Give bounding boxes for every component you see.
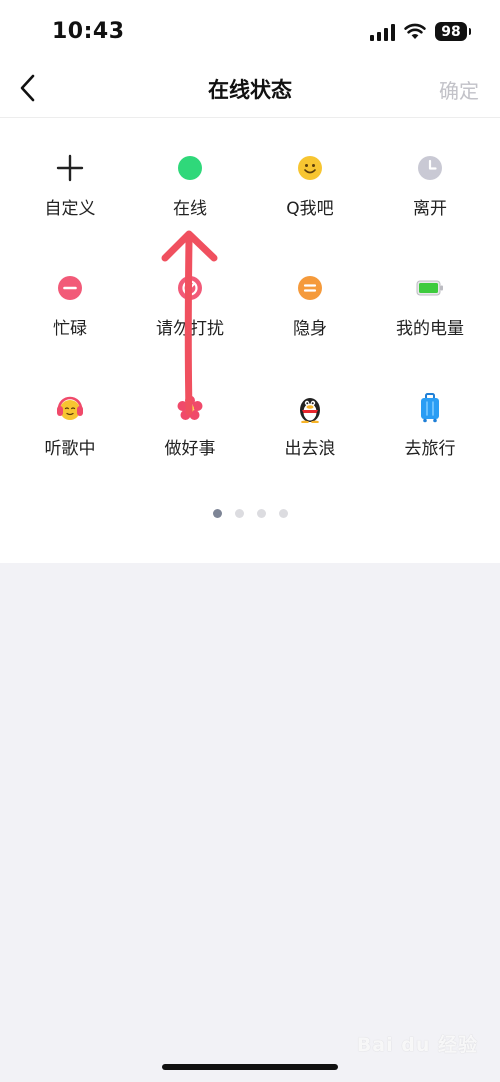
- wifi-icon: [404, 23, 426, 39]
- status-item-label: 我的电量: [396, 319, 464, 339]
- status-item-label: 离开: [413, 199, 447, 219]
- plus-icon: [50, 148, 90, 188]
- home-indicator[interactable]: [162, 1064, 338, 1070]
- status-bar-icons: 98: [370, 22, 471, 41]
- status-item-label: 去旅行: [404, 439, 456, 459]
- status-item-label: 做好事: [164, 439, 216, 459]
- clock-icon: [410, 148, 450, 188]
- battery-indicator: 98: [435, 22, 471, 41]
- baidu-watermark: Bai du 经验: [356, 1034, 478, 1056]
- nav-divider: [0, 117, 500, 118]
- status-item-custom[interactable]: 自定义: [10, 148, 130, 268]
- status-item-label: 听歌中: [44, 439, 96, 459]
- confirm-button[interactable]: 确定: [439, 75, 479, 104]
- status-item-travel[interactable]: 去旅行: [370, 388, 490, 508]
- status-item-invisible[interactable]: 隐身: [250, 268, 370, 388]
- status-item-away[interactable]: 离开: [370, 148, 490, 268]
- status-item-label: 出去浪: [284, 439, 336, 459]
- smiley-icon: [290, 148, 330, 188]
- status-item-label: 自定义: [44, 199, 96, 219]
- status-time: 10:43: [52, 19, 125, 44]
- busy-minus-icon: [50, 268, 90, 308]
- page-dot-active[interactable]: [212, 509, 222, 518]
- status-item-busy[interactable]: 忙碌: [10, 268, 130, 388]
- invisible-icon: [290, 268, 330, 308]
- status-item-listening[interactable]: 听歌中: [10, 388, 130, 508]
- online-dot-icon: [170, 148, 210, 188]
- page-dot[interactable]: [234, 509, 244, 518]
- status-item-label: 在线: [173, 199, 207, 219]
- annotation-arrow: [161, 230, 218, 416]
- headphone-face-icon: [50, 388, 90, 428]
- page-dot[interactable]: [278, 509, 288, 518]
- suitcase-icon: [410, 388, 450, 428]
- status-item-my-battery[interactable]: 我的电量: [370, 268, 490, 388]
- status-item-go-out[interactable]: 出去浪: [250, 388, 370, 508]
- battery-icon: [410, 268, 450, 308]
- status-item-q-me[interactable]: Q我吧: [250, 148, 370, 268]
- cellular-signal-icon: [370, 23, 395, 41]
- page-dot[interactable]: [256, 509, 266, 518]
- page-title: 在线状态: [208, 78, 292, 102]
- penguin-icon: [290, 388, 330, 428]
- status-item-label: 忙碌: [53, 319, 87, 339]
- status-item-label: 隐身: [293, 319, 327, 339]
- status-grid: 自定义 在线 Q我吧 离开 忙碌 请勿打扰 隐身 我的电量 听歌中 做好事 出去…: [10, 148, 490, 508]
- status-item-label: Q我吧: [286, 199, 334, 219]
- page-indicator: [0, 509, 500, 518]
